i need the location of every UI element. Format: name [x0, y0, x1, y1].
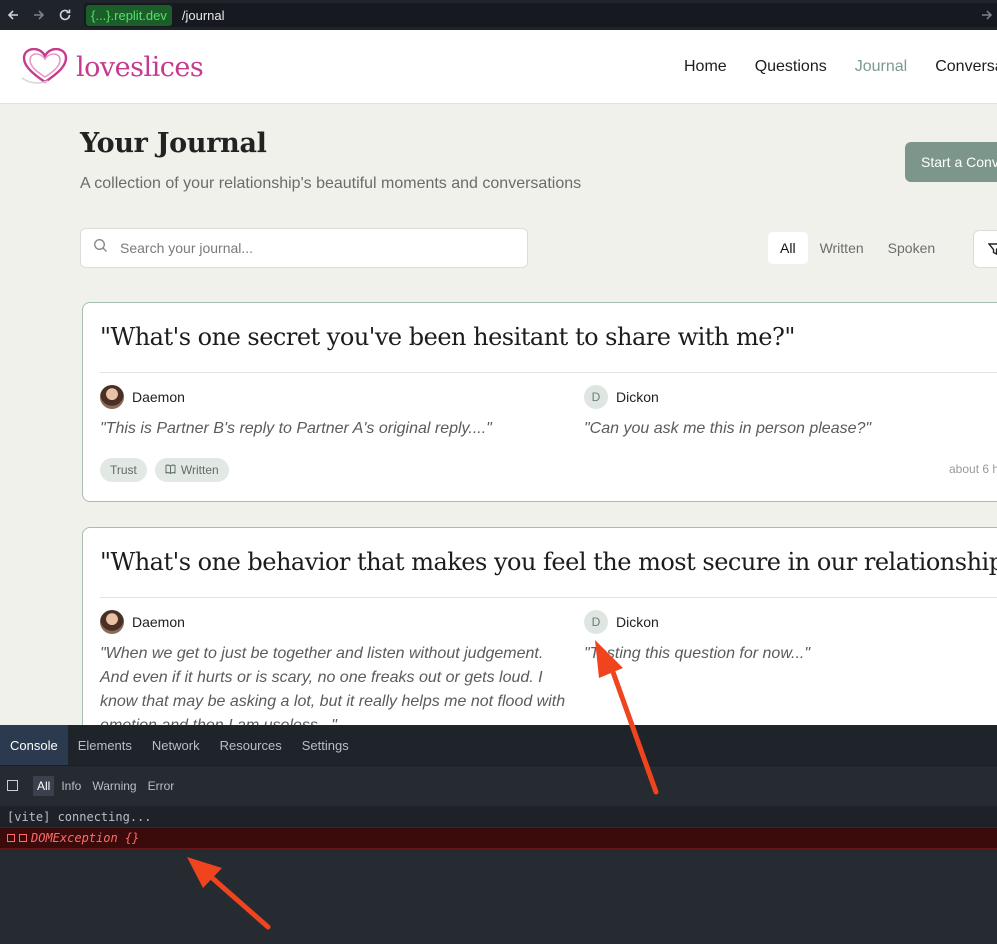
back-icon[interactable] [0, 0, 26, 30]
entry-question: "What's one behavior that makes you feel… [100, 548, 997, 576]
brand-name: loveslices [76, 51, 204, 83]
partner-a-name: Daemon [132, 614, 185, 630]
tab-resources[interactable]: Resources [210, 725, 292, 765]
divider [100, 372, 997, 373]
tag-trust: Trust [100, 458, 147, 482]
level-all[interactable]: All [33, 775, 55, 796]
search-input[interactable]: Search your journal... [120, 240, 253, 256]
logo[interactable]: loveslices [20, 48, 204, 86]
partner-b-reply: "Can you ask me this in person please?" [584, 420, 872, 437]
page-title: Your Journal [80, 128, 267, 159]
object-icon [19, 834, 27, 842]
tab-network[interactable]: Network [142, 725, 210, 765]
go-arrow-icon[interactable] [981, 8, 993, 26]
partner-a-reply: "When we get to just be together and lis… [100, 645, 566, 734]
tag-written: Written [154, 458, 229, 482]
url-path: /journal [181, 7, 225, 23]
nav-questions[interactable]: Questions [755, 58, 827, 76]
devtools-panel: Console Elements Network Resources Setti… [0, 725, 997, 944]
devtools-tabs: Console Elements Network Resources Setti… [0, 725, 997, 765]
nav-home[interactable]: Home [684, 58, 727, 76]
partner-b-answer: D Dickon "Can you ask me this in person … [584, 385, 997, 441]
partner-a-name: Daemon [132, 389, 185, 405]
journal-entry-card[interactable]: "What's one secret you've been hesitant … [82, 302, 997, 502]
clear-console-checkbox[interactable] [7, 780, 18, 791]
level-error[interactable]: Error [144, 776, 179, 796]
search-icon [93, 238, 108, 258]
filter-spoken[interactable]: Spoken [876, 232, 947, 264]
forward-icon[interactable] [26, 0, 52, 30]
entry-question: "What's one secret you've been hesitant … [100, 323, 795, 351]
partner-a-answer: Daemon "This is Partner B's reply to Par… [100, 385, 570, 441]
start-conversation-button[interactable]: Start a Conversation [905, 142, 997, 182]
tab-elements[interactable]: Elements [68, 725, 142, 765]
avatar-initial: D [584, 385, 608, 409]
level-info[interactable]: Info [57, 776, 85, 796]
partner-a-answer: Daemon "When we get to just be together … [100, 610, 570, 738]
filter-written[interactable]: Written [808, 232, 876, 264]
site-header: loveslices Home Questions Journal Conver… [0, 30, 997, 104]
reload-icon[interactable] [52, 0, 78, 30]
partner-b-answer: D Dickon "Testing this question for now.… [584, 610, 997, 666]
tab-settings[interactable]: Settings [292, 725, 359, 765]
level-warning[interactable]: Warning [88, 776, 140, 796]
console-log-line[interactable]: [vite] connecting... [0, 806, 997, 828]
page-subtitle: A collection of your relationship's beau… [80, 175, 582, 192]
tab-console[interactable]: Console [0, 725, 68, 765]
entry-timestamp: about 6 hours ago [949, 462, 997, 476]
book-icon [165, 463, 176, 477]
partner-b-name: Dickon [616, 614, 659, 630]
funnel-icon [988, 243, 997, 256]
avatar [100, 385, 124, 409]
heart-logo-icon [21, 48, 68, 84]
filter-all[interactable]: All [768, 232, 808, 264]
nav-conversations[interactable]: Conversations [935, 58, 997, 76]
url-field[interactable]: {...}.replit.dev /journal [84, 3, 997, 27]
divider [100, 597, 997, 598]
avatar [100, 610, 124, 634]
tag-written-label: Written [180, 463, 219, 477]
expand-icon[interactable] [7, 834, 15, 842]
browser-url-bar: {...}.replit.dev /journal [0, 0, 997, 30]
journal-search[interactable]: Search your journal... [80, 228, 528, 268]
console-error-line[interactable]: DOMException {} [0, 827, 997, 849]
console-error-text: DOMException {} [31, 831, 140, 845]
journal-entry-card[interactable]: "What's one behavior that makes you feel… [82, 527, 997, 747]
partner-b-reply: "Testing this question for now..." [584, 645, 811, 662]
partner-a-reply: "This is Partner B's reply to Partner A'… [100, 420, 492, 437]
partner-b-name: Dickon [616, 389, 659, 405]
main-nav: Home Questions Journal Conversations [684, 58, 997, 76]
console-filter-bar: All Info Warning Error [0, 765, 997, 805]
entry-tags: Trust Written [100, 458, 237, 482]
filter-menu-button[interactable] [973, 230, 997, 268]
url-host: {...}.replit.dev [86, 4, 172, 26]
nav-journal[interactable]: Journal [855, 58, 907, 76]
avatar-initial: D [584, 610, 608, 634]
type-filter: All Written Spoken [768, 230, 947, 266]
